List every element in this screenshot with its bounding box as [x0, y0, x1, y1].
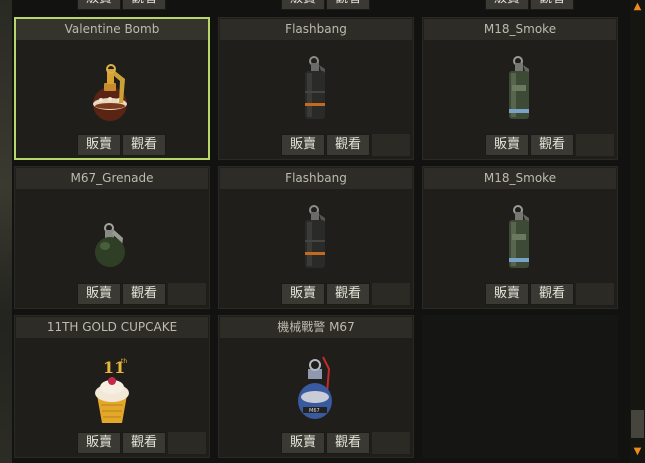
view-button[interactable]: 觀看 — [122, 283, 166, 305]
view-button[interactable]: 觀看 — [326, 432, 370, 454]
sell-button[interactable]: 販賣 — [77, 432, 121, 454]
sell-button[interactable]: 販賣 — [485, 283, 529, 305]
scroll-thumb[interactable] — [631, 410, 644, 438]
item-name: 11TH GOLD CUPCAKE — [16, 317, 208, 338]
view-button[interactable]: 觀看 — [530, 134, 574, 156]
view-button[interactable]: 觀看 — [530, 283, 574, 305]
item-card-m18-smoke[interactable]: M18_Smoke 販賣 觀看 — [422, 17, 618, 160]
sell-button[interactable]: 販賣 — [281, 432, 325, 454]
empty-slot — [168, 283, 206, 305]
item-card-robocop-m67[interactable]: 機械戰警 M67 M67 販賣 觀看 — [218, 315, 414, 458]
valentine-bomb-icon — [93, 64, 127, 121]
sell-button[interactable]: 販賣 — [485, 134, 529, 156]
item-name: M18_Smoke — [424, 168, 616, 189]
empty-slot — [372, 283, 410, 305]
scroll-down-arrow-icon[interactable]: ▼ — [630, 445, 645, 458]
empty-slot — [576, 134, 614, 156]
partial-item-card: 販賣 觀看 — [218, 0, 414, 10]
smoke-grenade-icon — [509, 205, 529, 268]
item-card-gold-cupcake[interactable]: 11TH GOLD CUPCAKE 11 th 販賣 觀看 — [14, 315, 210, 458]
view-button[interactable]: 觀看 — [122, 134, 166, 156]
svg-text:M67: M67 — [309, 408, 320, 414]
item-name: Flashbang — [220, 19, 412, 40]
sell-button[interactable]: 販賣 — [77, 0, 121, 10]
view-button[interactable]: 觀看 — [530, 0, 574, 10]
view-button[interactable]: 觀看 — [326, 0, 370, 10]
empty-inventory-slot — [422, 315, 618, 458]
sell-button[interactable]: 販賣 — [77, 283, 121, 305]
frag-grenade-icon — [95, 223, 125, 267]
item-card-flashbang[interactable]: Flashbang 販賣 觀看 — [218, 166, 414, 309]
item-name: 機械戰警 M67 — [220, 317, 412, 338]
item-card-m67-grenade[interactable]: M67_Grenade 販賣 觀看 — [14, 166, 210, 309]
view-button[interactable]: 觀看 — [122, 0, 166, 10]
empty-slot — [576, 283, 614, 305]
sell-button[interactable]: 販賣 — [281, 134, 325, 156]
item-name: M67_Grenade — [16, 168, 208, 189]
view-button[interactable]: 觀看 — [326, 283, 370, 305]
item-name: Flashbang — [220, 168, 412, 189]
sell-button[interactable]: 販賣 — [485, 0, 529, 10]
view-button[interactable]: 觀看 — [326, 134, 370, 156]
flashbang-grenade-icon — [305, 56, 325, 119]
item-card-m18-smoke[interactable]: M18_Smoke 販賣 觀看 — [422, 166, 618, 309]
game-background — [0, 0, 12, 463]
inventory-panel: 販賣 觀看 販賣 觀看 販賣 觀看 Valentine Bomb 販賣 觀看 F… — [12, 0, 630, 463]
item-card-valentine-bomb[interactable]: Valentine Bomb 販賣 觀看 — [14, 17, 210, 160]
sell-button[interactable]: 販賣 — [281, 0, 325, 10]
partial-item-card: 販賣 觀看 — [422, 0, 618, 10]
svg-text:th: th — [121, 358, 127, 365]
empty-slot — [372, 134, 410, 156]
scrollbar[interactable]: ▲ ▼ — [630, 0, 645, 463]
scroll-up-arrow-icon[interactable]: ▲ — [630, 0, 645, 13]
item-name: Valentine Bomb — [16, 19, 208, 40]
partial-item-card: 販賣 觀看 — [14, 0, 210, 10]
flashbang-grenade-icon — [305, 205, 325, 268]
item-card-flashbang[interactable]: Flashbang 販賣 觀看 — [218, 17, 414, 160]
gold-cupcake-icon: 11 th — [95, 358, 129, 423]
empty-slot — [372, 432, 410, 454]
empty-slot — [168, 432, 206, 454]
view-button[interactable]: 觀看 — [122, 432, 166, 454]
sell-button[interactable]: 販賣 — [281, 283, 325, 305]
robocop-grenade-icon: M67 — [298, 356, 332, 419]
smoke-grenade-icon — [509, 56, 529, 119]
sell-button[interactable]: 販賣 — [77, 134, 121, 156]
item-name: M18_Smoke — [424, 19, 616, 40]
